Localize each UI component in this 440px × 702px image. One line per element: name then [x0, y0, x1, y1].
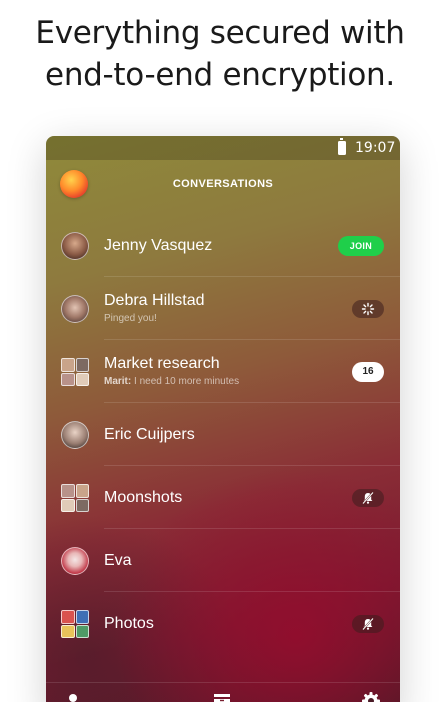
muted-bell-icon	[362, 617, 374, 631]
settings-icon[interactable]	[361, 691, 381, 702]
group-avatar	[61, 610, 89, 638]
ping-icon	[361, 302, 375, 316]
archive-icon[interactable]	[212, 691, 232, 702]
unread-count-badge: 16	[352, 362, 384, 382]
conversation-name: Market research	[104, 355, 220, 372]
join-call-button[interactable]: JOIN	[337, 236, 384, 256]
avatar	[61, 547, 89, 575]
status-bar: 19:07	[46, 136, 400, 160]
contacts-icon[interactable]	[63, 691, 83, 702]
group-avatar	[61, 484, 89, 512]
conversation-name: Eva	[104, 552, 132, 569]
conversation-eva[interactable]: Eva	[46, 529, 400, 592]
muted-badge	[352, 489, 384, 507]
conversation-jenny-vasquez[interactable]: Jenny Vasquez JOIN	[46, 214, 400, 277]
conversation-name: Photos	[104, 615, 154, 632]
conversation-eric-cuijpers[interactable]: Eric Cuijpers	[46, 403, 400, 466]
ping-badge	[352, 300, 384, 318]
group-avatar	[61, 358, 89, 386]
muted-badge	[352, 615, 384, 633]
headline-line-2: end-to-end encryption.	[45, 57, 395, 93]
muted-bell-icon	[362, 491, 374, 505]
conversation-moonshots[interactable]: Moonshots	[46, 466, 400, 529]
subtitle-sender: Marit:	[104, 376, 132, 387]
battery-full-icon	[338, 138, 346, 155]
headline-line-1: Everything secured with	[35, 15, 405, 51]
conversation-name: Moonshots	[104, 489, 183, 506]
avatar	[61, 232, 89, 260]
avatar	[61, 421, 89, 449]
conversation-debra-hillstad[interactable]: Debra Hillstad Pinged you!	[46, 277, 400, 340]
conversation-photos[interactable]: Photos	[46, 592, 400, 655]
conversation-subtitle: Marit: I need 10 more minutes	[104, 376, 239, 388]
headline: Everything secured with end-to-end encry…	[0, 12, 440, 96]
tab-bar	[46, 682, 400, 702]
conversation-subtitle: Pinged you!	[104, 313, 157, 324]
status-time: 19:07	[355, 140, 396, 156]
conversation-name: Eric Cuijpers	[104, 426, 195, 443]
phone-screen: 19:07 CONVERSATIONS Jenny Vasquez JOIN D…	[46, 136, 400, 702]
conversation-market-research[interactable]: Market research Marit: I need 10 more mi…	[46, 340, 400, 403]
conversation-name: Debra Hillstad	[104, 292, 205, 309]
page-title: CONVERSATIONS	[172, 178, 274, 190]
subtitle-text: I need 10 more minutes	[134, 376, 240, 387]
conversation-list: Jenny Vasquez JOIN Debra Hillstad Pinged…	[46, 214, 400, 655]
conversation-name: Jenny Vasquez	[104, 237, 213, 254]
avatar	[61, 295, 89, 323]
